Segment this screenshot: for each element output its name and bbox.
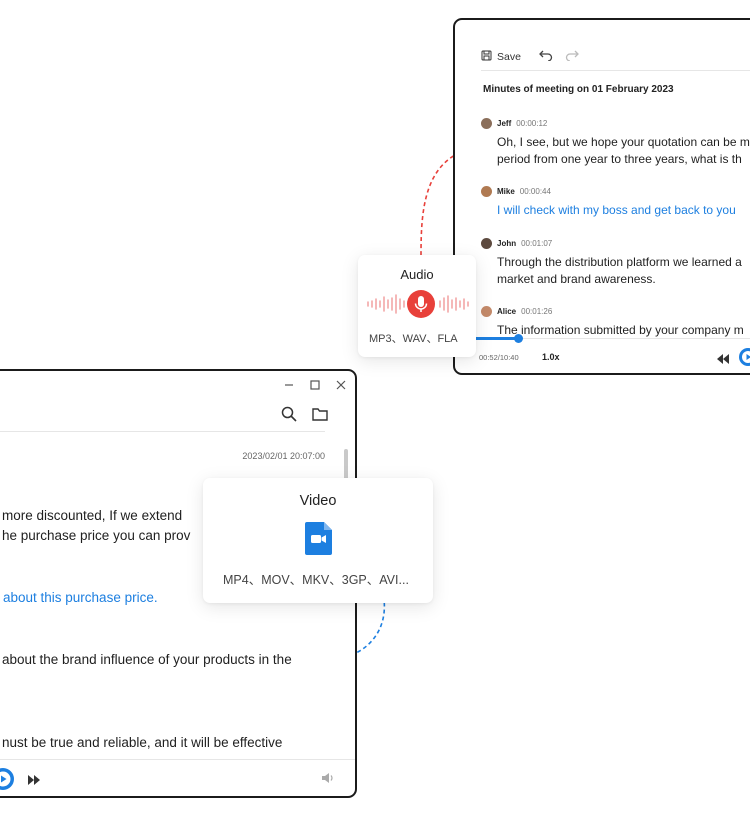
avatar — [481, 186, 492, 197]
redo-icon[interactable] — [565, 49, 579, 61]
segment-line: I will check with my boss and get back t… — [497, 203, 736, 217]
speaker-name: Jeff — [497, 119, 512, 128]
segment-time: 00:00:12 — [516, 119, 548, 128]
document-text-line-highlighted: about this purchase price. — [3, 590, 158, 605]
segment-line: period from one year to three years, wha… — [497, 152, 742, 166]
save-icon — [481, 50, 492, 64]
document-text-line: about the brand influence of your produc… — [2, 652, 292, 667]
save-button[interactable]: Save — [481, 50, 521, 64]
audio-formats: MP3、WAV、FLA — [369, 333, 458, 345]
play-icon — [0, 771, 11, 787]
segment-line: Through the distribution platform we lea… — [497, 255, 742, 269]
audio-format-card: Audio MP3、WAV、FLA — [358, 255, 476, 357]
document-text-line: he purchase price you can prov — [2, 528, 191, 543]
search-icon[interactable] — [281, 406, 297, 427]
speaker-name: John — [497, 239, 517, 248]
fast-forward-icon[interactable] — [28, 772, 41, 790]
audio-player-bar: 00:52/10:40 1.0x — [455, 334, 750, 373]
document-text-line: nust be true and reliable, and it will b… — [2, 735, 283, 750]
save-label: Save — [497, 51, 521, 63]
maximize-icon[interactable] — [310, 379, 320, 393]
video-card-title: Video — [299, 493, 337, 509]
segment-text[interactable]: The information submitted by your compan… — [497, 322, 750, 339]
speaker-name: Mike — [497, 187, 515, 196]
playback-speed[interactable]: 1.0x — [542, 352, 560, 362]
video-format-card: Video MP4、MOV、MKV、3GP、AVI... — [203, 478, 433, 603]
progress-handle[interactable] — [514, 334, 523, 343]
segment-text[interactable]: Oh, I see, but we hope your quotation ca… — [497, 134, 750, 168]
playback-time: 00:52/10:40 — [479, 353, 519, 362]
document-text-line: more discounted, If we extend — [2, 508, 183, 523]
video-formats: MP4、MOV、MKV、3GP、AVI... — [223, 573, 409, 587]
avatar — [481, 238, 492, 249]
audio-player-bar — [0, 759, 355, 796]
audio-card-title: Audio — [400, 267, 434, 282]
segment-text[interactable]: Through the distribution platform we lea… — [497, 254, 750, 288]
video-file-icon — [305, 522, 332, 560]
play-icon — [742, 351, 750, 363]
minimize-icon[interactable] — [284, 379, 294, 393]
microphone-icon — [407, 290, 435, 318]
segment-time: 00:00:44 — [519, 187, 551, 196]
segment-line: The information submitted by your compan… — [497, 323, 744, 337]
segment-time: 00:01:26 — [521, 307, 553, 316]
document-timestamp: 2023/02/01 20:07:00 — [242, 451, 325, 461]
toolbar-divider — [481, 70, 750, 71]
play-button[interactable] — [0, 768, 14, 790]
transcript-segment[interactable]: Mike 00:00:44 I will check with my boss … — [481, 186, 750, 219]
segment-time: 00:01:07 — [521, 239, 553, 248]
segment-line: market and brand awareness. — [497, 272, 656, 286]
play-button[interactable] — [739, 348, 750, 366]
avatar — [481, 306, 492, 317]
close-icon[interactable] — [336, 379, 346, 393]
segment-text-highlighted[interactable]: I will check with my boss and get back t… — [497, 202, 750, 219]
transcript-editor-window: Save Minutes of meeting on 01 February 2… — [453, 18, 750, 375]
segment-line: Oh, I see, but we hope your quotation ca… — [497, 135, 750, 149]
volume-icon[interactable] — [321, 771, 335, 789]
undo-icon[interactable] — [539, 49, 553, 61]
toolbar-divider — [0, 431, 325, 432]
avatar — [481, 118, 492, 129]
minutes-title: Minutes of meeting on 01 February 2023 — [483, 84, 674, 95]
rewind-icon[interactable] — [717, 351, 729, 369]
speaker-name: Alice — [497, 307, 517, 316]
transcript-segment[interactable]: John 00:01:07 Through the distribution p… — [481, 238, 750, 288]
folder-icon[interactable] — [312, 407, 328, 426]
transcript-segment[interactable]: Jeff 00:00:12 Oh, I see, but we hope you… — [481, 118, 750, 168]
